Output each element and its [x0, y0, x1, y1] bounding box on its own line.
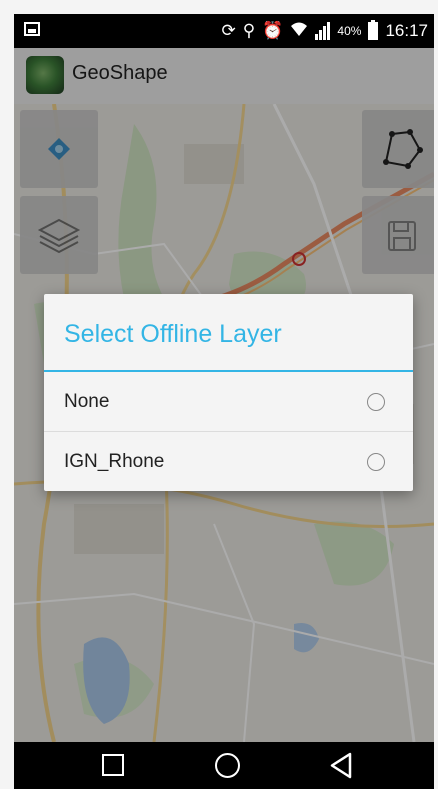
back-icon — [330, 752, 352, 779]
sync-icon: ⟳ — [221, 20, 236, 41]
home-icon — [215, 753, 240, 778]
home-button[interactable] — [188, 742, 268, 789]
status-time: 16:17 — [385, 21, 428, 40]
dialog-title: Select Offline Layer — [64, 320, 282, 348]
option-label: IGN_Rhone — [64, 451, 165, 472]
radio-button[interactable] — [367, 453, 385, 471]
back-button[interactable] — [302, 742, 382, 789]
option-label: None — [64, 391, 110, 412]
phone-screen: ⟳ ⚲ ⏰ 40% 16:17 GeoShape Select Offline … — [0, 0, 438, 789]
location-icon: ⚲ — [242, 20, 256, 41]
screen-frame — [0, 0, 438, 14]
status-bar: ⟳ ⚲ ⏰ 40% 16:17 — [14, 14, 434, 48]
signal-icon — [315, 22, 331, 40]
image-icon — [24, 22, 40, 36]
battery-icon — [368, 20, 379, 40]
screen-frame-right — [434, 0, 438, 789]
option-ign-rhone[interactable]: IGN_Rhone — [44, 432, 413, 490]
alarm-icon: ⏰ — [262, 20, 284, 41]
recent-apps-button[interactable] — [74, 742, 154, 789]
option-none[interactable]: None — [44, 372, 413, 430]
screen-frame-left — [0, 0, 14, 789]
wifi-icon — [290, 21, 308, 41]
recent-apps-icon — [102, 754, 124, 776]
radio-button[interactable] — [367, 393, 385, 411]
navigation-bar — [14, 742, 434, 789]
select-layer-dialog: Select Offline Layer None IGN_Rhone — [44, 294, 413, 491]
status-icons: ⟳ ⚲ ⏰ 40% 16:17 — [222, 14, 434, 48]
battery-percent: 40% — [337, 24, 362, 38]
